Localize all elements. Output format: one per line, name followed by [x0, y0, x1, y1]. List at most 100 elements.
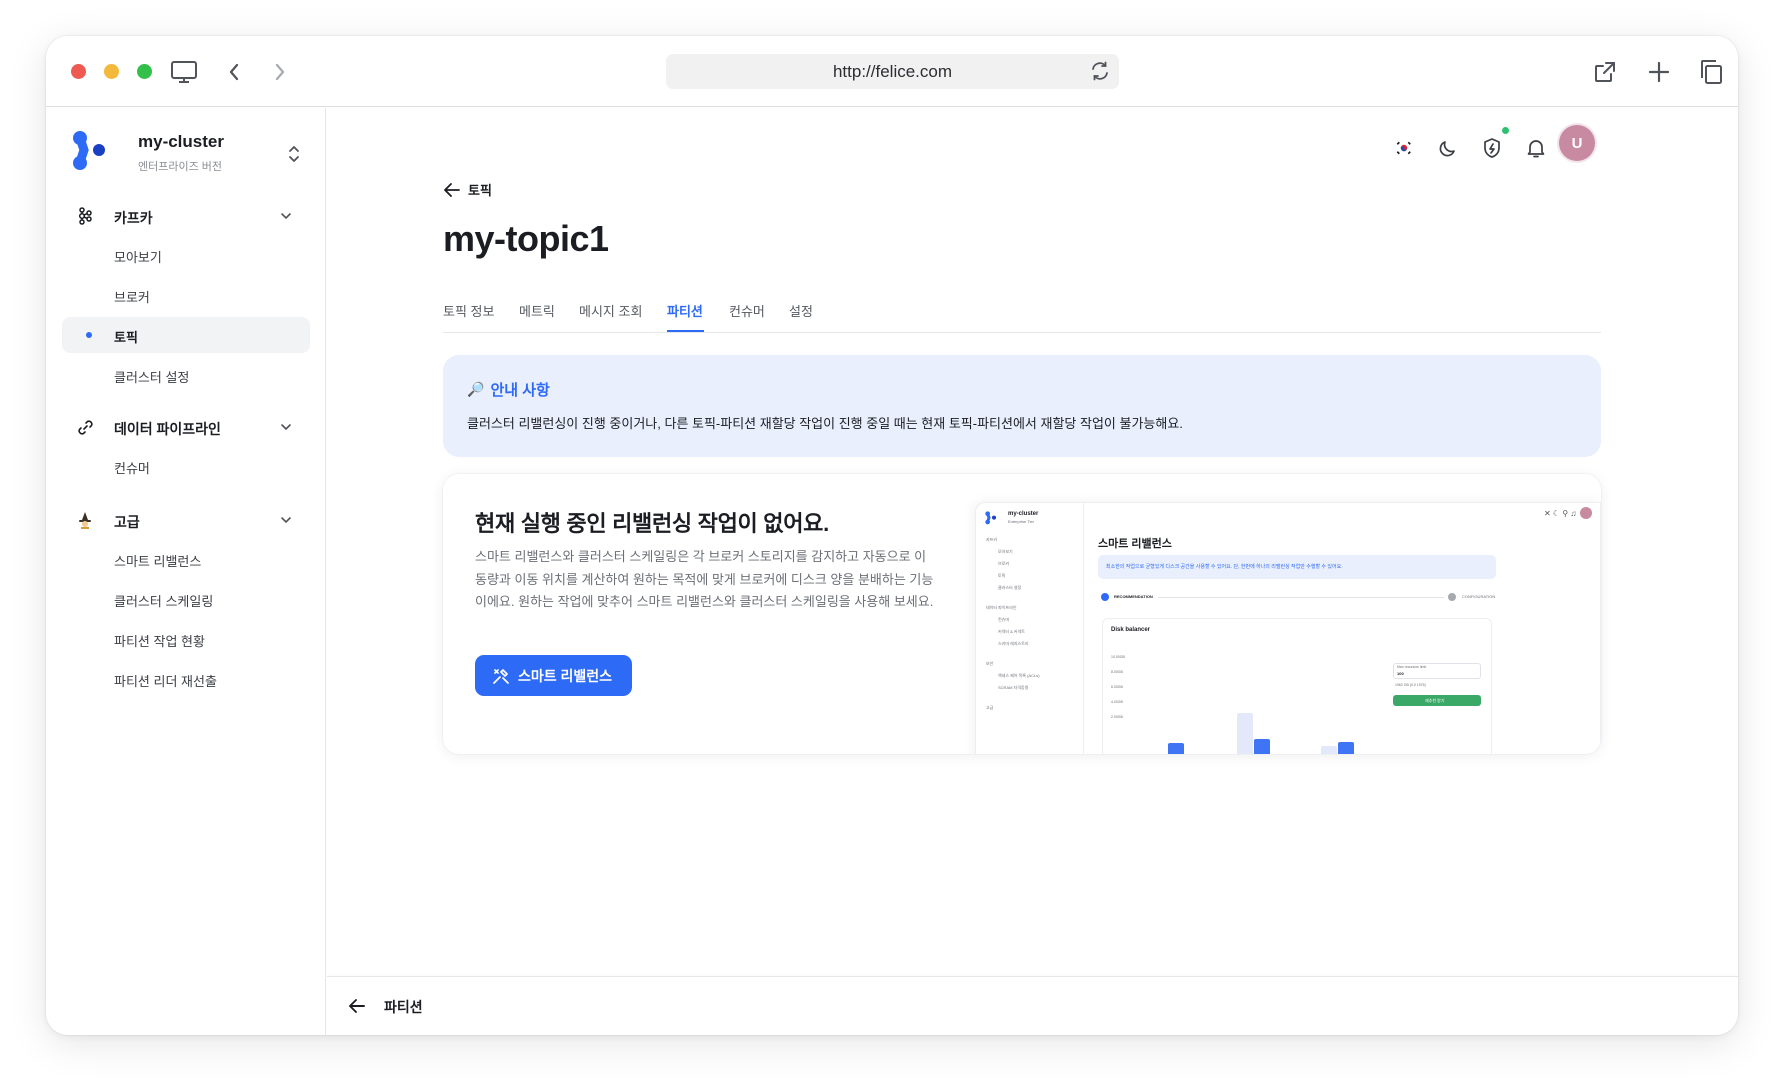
preview-field-hint: 1962 GB (0.0 1976) [1395, 683, 1426, 687]
url-text: http://felice.com [832, 61, 953, 81]
sidebar-item-cluster-scaling[interactable]: 클러스터 스케일링 [62, 581, 310, 617]
preview-step1: RECOMMENDATION [1114, 594, 1153, 599]
preview-y-tick: 2.00GB [1111, 715, 1123, 719]
sidebar-item-consumers[interactable]: 컨슈머 [62, 448, 310, 484]
preview-sidebar-item: 컨슈머 [998, 617, 1010, 622]
new-tab-icon[interactable] [1645, 58, 1673, 86]
nav-section-label: 고급 [114, 514, 140, 530]
tab-topic-info[interactable]: 토픽 정보 [443, 301, 494, 320]
preview-cluster-name: my-cluster [1008, 511, 1039, 517]
active-indicator [86, 332, 92, 338]
sidebar-item-cluster-settings[interactable]: 클러스터 설정 [62, 357, 310, 393]
preview-y-tick: 6.00GB [1111, 685, 1123, 689]
back-arrow-icon[interactable] [220, 58, 248, 86]
preview-field-label: Max recursion limit [1397, 665, 1427, 669]
sidebar-item-leader-election[interactable]: 파티션 리더 재선출 [62, 661, 310, 697]
browser-toolbar: http://felice.com [46, 36, 1738, 107]
back-link-label: 토픽 [468, 183, 492, 198]
preview-notice: 최소한의 작업으로 균형있게 디스크 공간을 사용할 수 있어요. 단, 한번에… [1098, 555, 1496, 579]
bottom-breadcrumb-bar: 파티션 [327, 976, 1738, 1035]
preview-bar-before [1321, 746, 1337, 754]
preview-header-icons: ✕ ☾ ⚲ ♫ [1544, 509, 1577, 518]
sidebar-item-brokers[interactable]: 브로커 [62, 277, 310, 313]
tab-partitions[interactable]: 파티션 [667, 301, 703, 320]
cluster-name: my-cluster [138, 132, 224, 151]
tab-settings[interactable]: 설정 [789, 301, 813, 320]
chevron-down-icon [281, 517, 291, 524]
close-window-button[interactable] [71, 64, 86, 79]
preview-sidebar-item: 모아보기 [998, 549, 1013, 554]
tab-consumers[interactable]: 컨슈머 [729, 301, 765, 320]
sidebar-item-label: 파티션 리더 재선출 [114, 674, 217, 689]
chevron-down-icon [281, 213, 291, 220]
address-bar[interactable]: http://felice.com [666, 54, 1119, 89]
cluster-switch-icon[interactable] [286, 144, 302, 164]
preview-bar-after [1338, 742, 1354, 754]
open-external-icon[interactable] [1591, 58, 1619, 86]
chevron-down-icon [281, 424, 291, 431]
sidebar: my-cluster 엔터프라이즈 버전 카프카 모아보기 브로커 토픽 클러스… [46, 108, 326, 1035]
preview-step-line [1158, 597, 1444, 598]
nav-section-kafka[interactable]: 카프카 [62, 199, 310, 233]
nav-section-data-pipeline[interactable]: 데이터 파이프라인 [62, 410, 310, 444]
tab-metrics[interactable]: 메트릭 [519, 301, 555, 320]
preview-chart-card: Disk balancer 10.00GB 8.00GB 6.00GB 4.00GB 2… [1102, 618, 1492, 754]
tab-messages[interactable]: 메시지 조회 [579, 301, 642, 320]
preview-sidebar: my-cluster Enterprise Tier 카프카 모아보기 브로커 토픽 클… [976, 503, 1084, 754]
smart-rebalance-button[interactable]: 스마트 리밸런스 [475, 655, 633, 696]
status-dot [1502, 127, 1509, 134]
sidebar-item-label: 브로커 [114, 290, 150, 305]
minimize-window-button[interactable] [104, 64, 119, 79]
preview-action-label: 재추천 받기 [1425, 698, 1445, 703]
preview-bar-after [1254, 739, 1270, 754]
preview-sidebar-item: SCRAM 자격증명 [998, 685, 1029, 690]
nav-section-label: 카프카 [114, 210, 153, 226]
preview-y-tick: 4.00GB [1111, 700, 1123, 704]
sidebar-item-overview[interactable]: 모아보기 [62, 237, 310, 273]
empty-state-card: 현재 실행 중인 리밸런싱 작업이 없어요. 스마트 리밸런스와 클러스터 스케… [443, 474, 1601, 754]
preview-sidebar-item: 브로커 [998, 561, 1010, 566]
sidebar-item-label: 스마트 리밸런스 [114, 554, 202, 569]
sidebar-item-partition-jobs[interactable]: 파티션 작업 현황 [62, 621, 310, 657]
preview-bar-before [1237, 713, 1253, 754]
nav-section-advanced[interactable]: 고급 [62, 503, 310, 537]
security-shield-icon[interactable] [1480, 136, 1504, 160]
monitor-icon[interactable] [170, 58, 198, 86]
preview-sidebar-item: 카프카 [986, 537, 998, 542]
bottom-bar-label: 파티션 [384, 999, 423, 1015]
sidebar-item-label: 클러스터 스케일링 [114, 594, 214, 609]
reload-icon[interactable] [1089, 60, 1111, 82]
preview-limit-field: Max recursion limit 100 [1393, 663, 1481, 679]
preview-chart-title: Disk balancer [1111, 627, 1151, 633]
preview-step-dot [1448, 593, 1456, 601]
preview-sidebar-item: 보안 [986, 661, 994, 666]
preview-avatar [1580, 507, 1592, 519]
language-flag-icon[interactable] [1392, 136, 1416, 160]
user-avatar[interactable]: U [1559, 125, 1595, 161]
preview-logo-icon [985, 511, 996, 525]
back-to-topics-link[interactable]: 토픽 [444, 180, 492, 199]
sidebar-item-topics[interactable]: 토픽 [62, 317, 310, 353]
main-content: U 토픽 my-topic1 토픽 정보 메트릭 메시지 조회 파티션 컨슈머 … [327, 108, 1738, 1035]
copy-tabs-icon[interactable] [1697, 58, 1725, 86]
sidebar-item-label: 파티션 작업 현황 [114, 634, 205, 649]
preview-sidebar-item: 액세스 제어 목록 (ACLs) [998, 673, 1040, 678]
empty-state-description: 스마트 리밸런스와 클러스터 스케일링은 각 브로커 스토리지를 감지하고 자동… [475, 549, 934, 609]
forward-arrow-icon[interactable] [266, 58, 294, 86]
preview-field-value: 100 [1397, 671, 1404, 676]
preview-y-tick: 8.00GB [1111, 670, 1123, 674]
sidebar-item-label: 클러스터 설정 [114, 370, 190, 385]
smart-rebalance-preview-image: my-cluster Enterprise Tier 카프카 모아보기 브로커 토픽 클… [975, 502, 1601, 754]
preview-step2: CONFIGURATION [1462, 594, 1496, 599]
sidebar-item-label: 컨슈머 [114, 461, 150, 476]
sidebar-item-smart-rebalance[interactable]: 스마트 리밸런스 [62, 541, 310, 577]
active-tab-indicator [667, 330, 704, 332]
notification-bell-icon[interactable] [1524, 136, 1548, 160]
dark-mode-icon[interactable] [1436, 136, 1460, 160]
notice-title: 🔎 안내 사항 [467, 379, 550, 400]
link-icon [76, 418, 94, 436]
maximize-window-button[interactable] [137, 64, 152, 79]
preview-notice-text: 최소한의 작업으로 균형있게 디스크 공간을 사용할 수 있어요. 단, 한번에… [1106, 564, 1343, 570]
back-arrow-icon[interactable] [347, 996, 367, 1016]
sidebar-item-label: 토픽 [114, 330, 138, 345]
